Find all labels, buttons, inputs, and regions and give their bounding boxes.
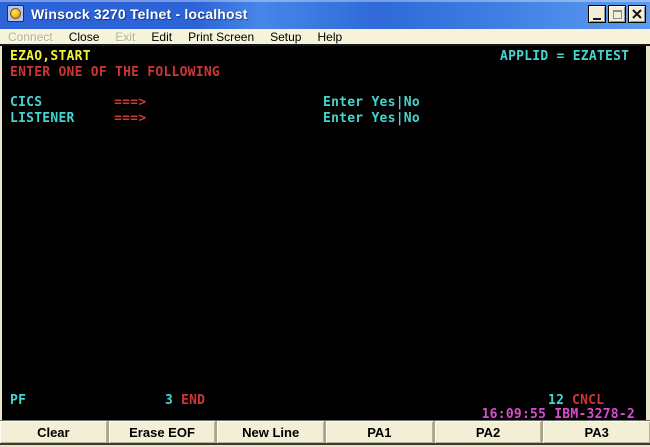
- applid-text: APPLID = EZATEST: [500, 49, 629, 64]
- menu-item-setup[interactable]: Setup: [262, 30, 309, 44]
- maximize-button[interactable]: [608, 5, 626, 23]
- pf3-number: 3: [165, 393, 173, 408]
- keypad-button-pa3[interactable]: PA3: [543, 421, 650, 443]
- app-icon: [7, 5, 24, 22]
- listener-hint: Enter Yes|No: [323, 111, 420, 126]
- cics-hint: Enter Yes|No: [323, 95, 420, 110]
- listener-label: LISTENER: [10, 111, 75, 126]
- menu-item-connect: Connect: [0, 30, 61, 44]
- keypad-button-clear[interactable]: Clear: [0, 421, 109, 443]
- keypad-button-pa2[interactable]: PA2: [435, 421, 544, 443]
- globe-icon: [10, 8, 21, 19]
- menu-item-print-screen[interactable]: Print Screen: [180, 30, 262, 44]
- close-button[interactable]: [628, 5, 646, 23]
- window-title: Winsock 3270 Telnet - localhost: [31, 6, 248, 22]
- keypad-bar: Clear Erase EOF New Line PA1 PA2 PA3: [0, 420, 650, 445]
- menu-item-help[interactable]: Help: [309, 30, 350, 44]
- listener-input-field[interactable]: [154, 171, 314, 186]
- menu-bar: Connect Close Exit Edit Print Screen Set…: [0, 29, 650, 46]
- pf-label: PF: [10, 393, 26, 408]
- maximize-icon: [613, 10, 622, 19]
- menu-item-edit[interactable]: Edit: [143, 30, 180, 44]
- terminal-row-command: EZAO,START APPLID = EZATEST: [2, 49, 646, 65]
- listener-arrow: ===>: [114, 111, 146, 126]
- pf3-action: END: [181, 393, 205, 408]
- pf12-number: 12: [548, 393, 564, 408]
- prompt-text: ENTER ONE OF THE FOLLOWING: [10, 65, 220, 80]
- close-icon: [632, 9, 642, 19]
- title-bar[interactable]: Winsock 3270 Telnet - localhost: [0, 0, 650, 29]
- menu-item-exit: Exit: [107, 30, 143, 44]
- keypad-button-new-line[interactable]: New Line: [217, 421, 326, 443]
- keypad-button-erase-eof[interactable]: Erase EOF: [109, 421, 218, 443]
- keypad-button-pa1[interactable]: PA1: [326, 421, 435, 443]
- terminal-row-cics: CICS ===> Enter Yes|No: [2, 95, 646, 111]
- pf12-action: CNCL: [572, 393, 604, 408]
- menu-item-close[interactable]: Close: [61, 30, 108, 44]
- cics-input-field[interactable]: [154, 155, 314, 170]
- terminal-row-prompt: ENTER ONE OF THE FOLLOWING: [2, 65, 646, 81]
- minimize-icon: [593, 18, 601, 20]
- terminal-screen[interactable]: EZAO,START APPLID = EZATEST ENTER ONE OF…: [0, 46, 650, 420]
- minimize-button[interactable]: [588, 5, 606, 23]
- cics-arrow: ===>: [114, 95, 146, 110]
- terminal-row-listener: LISTENER ===> Enter Yes|No: [2, 111, 646, 127]
- telnet-window: Winsock 3270 Telnet - localhost Connect …: [0, 0, 650, 447]
- command-text: EZAO,START: [10, 49, 91, 64]
- cics-label: CICS: [10, 95, 42, 110]
